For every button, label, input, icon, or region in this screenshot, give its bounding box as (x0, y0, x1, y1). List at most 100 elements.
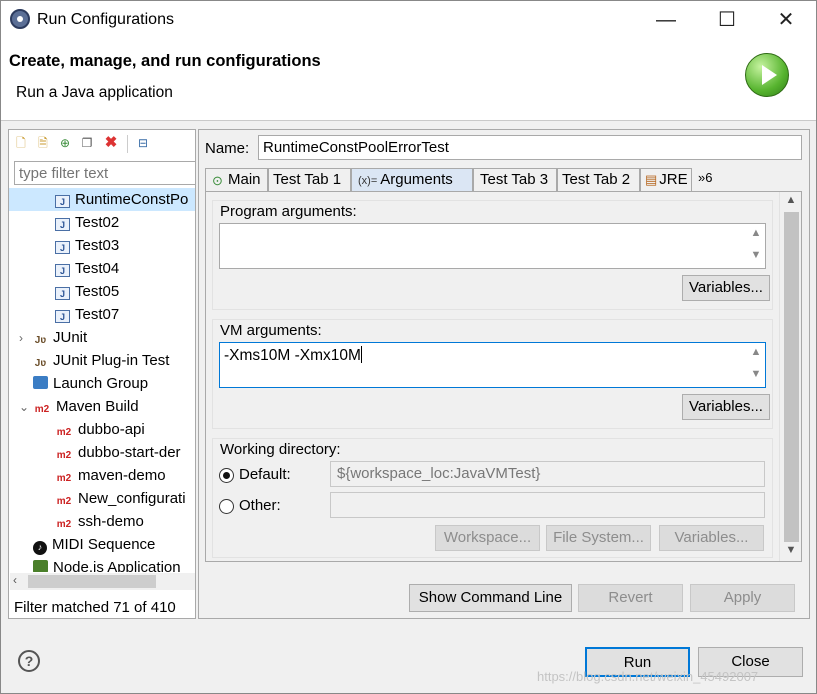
horizontal-scrollbar[interactable]: ‹ (10, 573, 195, 590)
java-app-icon: J (55, 218, 70, 231)
filter-status: Filter matched 71 of 410 (14, 599, 176, 616)
text-cursor (360, 346, 362, 363)
maven-icon: m2 (56, 496, 72, 507)
tree-item-label: Test07 (75, 306, 120, 323)
tab-main[interactable]: ⊙ Main (205, 168, 268, 192)
duplicate-icon[interactable]: ❐ (79, 135, 95, 151)
chevron-icon[interactable]: › (19, 327, 33, 349)
help-icon[interactable]: ? (18, 650, 40, 672)
scrollbar-thumb[interactable] (28, 575, 156, 588)
tab-test-tab-1[interactable]: Test Tab 1 (268, 168, 351, 192)
vm-arguments-value: -Xms10M -Xmx10M (224, 347, 361, 364)
apply-button[interactable]: Apply (690, 584, 795, 612)
tree-item[interactable]: m2 maven-demo (9, 464, 195, 487)
java-app-icon: J (55, 264, 70, 277)
program-arguments-group: Program arguments: ▲ ▼ Variables... (212, 200, 773, 310)
tree-item[interactable]: Jʋ JUnit Plug-in Test (9, 349, 195, 372)
tree-item-label: RuntimeConstPo (75, 191, 189, 208)
tree-item[interactable]: m2 dubbo-api (9, 418, 195, 441)
tab-jre[interactable]: ▤ JRE (640, 168, 692, 192)
scroll-up-icon[interactable]: ▲ (784, 194, 798, 206)
tab-arguments[interactable]: (x)= Arguments (351, 168, 473, 192)
close-window-button[interactable]: ✕ (756, 1, 816, 39)
tab-test-tab-3[interactable]: Test Tab 3 (473, 168, 557, 192)
name-input[interactable]: RuntimeConstPoolErrorTest (258, 135, 802, 160)
more-tabs-button[interactable]: »6 (698, 170, 712, 185)
program-arguments-label: Program arguments: (220, 203, 357, 220)
tree-item[interactable]: Launch Group (9, 372, 195, 395)
run-banner-icon (745, 53, 789, 97)
collapse-all-icon[interactable]: ⊟ (135, 135, 151, 151)
scroll-up-icon[interactable]: ▲ (749, 346, 763, 358)
tree-item-label: MIDI Sequence (52, 536, 156, 553)
working-directory-group: Working directory: Default: ${workspace_… (212, 438, 773, 558)
arguments-tab-content: Program arguments: ▲ ▼ Variables... VM a… (205, 191, 802, 562)
vm-arguments-input[interactable]: -Xms10M -Xmx10M (219, 342, 766, 388)
workspace-button[interactable]: Workspace... (435, 525, 540, 551)
tree-item[interactable]: J Test05 (9, 280, 195, 303)
new-prototype-icon[interactable]: 🗎 (35, 135, 51, 151)
vertical-scrollbar[interactable]: ▲ ▼ (779, 192, 801, 561)
window-title: Run Configurations (37, 11, 174, 28)
tree-item-label: JUnit (53, 329, 88, 346)
scroll-up-icon[interactable]: ▲ (749, 227, 763, 239)
show-command-line-button[interactable]: Show Command Line (409, 584, 572, 612)
tree-item[interactable]: J Test07 (9, 303, 195, 326)
tree-item-label: dubbo-start-der (78, 444, 181, 461)
chevron-icon[interactable]: ⌄ (19, 396, 33, 418)
tree-item[interactable]: m2 New_configurati (9, 487, 195, 510)
title-bar: Run Configurations — ☐ ✕ (1, 1, 816, 39)
tree-item[interactable]: ♪ MIDI Sequence (9, 533, 195, 556)
tree-item[interactable]: J Test04 (9, 257, 195, 280)
maximize-button[interactable]: ☐ (697, 1, 757, 39)
tree-item[interactable]: ⌄ m2 Maven Build (9, 395, 195, 418)
delete-icon[interactable]: ✖ (103, 135, 119, 151)
file-system-button[interactable]: File System... (546, 525, 651, 551)
default-radio[interactable] (219, 468, 234, 483)
tree-item-label: Launch Group (53, 375, 149, 392)
default-directory-field: ${workspace_loc:JavaVMTest} (330, 461, 765, 487)
tree-item[interactable]: m2 dubbo-start-der (9, 441, 195, 464)
java-app-icon: J (55, 310, 70, 323)
tree-item-label: Test02 (75, 214, 120, 231)
toolbar-divider (127, 135, 128, 153)
tree-item[interactable]: J Test03 (9, 234, 195, 257)
revert-button[interactable]: Revert (578, 584, 683, 612)
java-app-icon: J (55, 241, 70, 254)
scroll-down-icon[interactable]: ▼ (784, 544, 798, 556)
tree-item-label: Test03 (75, 237, 120, 254)
other-label: Other: (239, 497, 281, 514)
minimize-button[interactable]: — (636, 1, 696, 39)
tree-item[interactable]: Node.js Application (9, 556, 195, 572)
tree-item[interactable]: › Jʋ JUnit (9, 326, 195, 349)
midi-icon: ♪ (33, 541, 47, 555)
tab-jre-label: JRE (659, 171, 688, 188)
java-app-icon: J (55, 287, 70, 300)
node-icon (33, 560, 48, 572)
scroll-down-icon[interactable]: ▼ (749, 368, 763, 380)
program-arguments-input[interactable] (219, 223, 766, 269)
scroll-down-icon[interactable]: ▼ (749, 249, 763, 261)
program-variables-button[interactable]: Variables... (682, 275, 770, 301)
scrollbar-thumb[interactable] (784, 212, 799, 542)
scroll-left-icon[interactable]: ‹ (13, 573, 17, 587)
configuration-list-panel: 🗋 🗎 ⊕ ❐ ✖ ⊟ J RuntimeConstPo J Test02 J Test0… (8, 129, 196, 619)
export-icon[interactable]: ⊕ (57, 135, 73, 151)
junit-icon: Jʋ (34, 358, 47, 369)
filter-input[interactable] (14, 161, 196, 185)
arguments-tab-icon: (x)= (358, 175, 378, 187)
vm-variables-button[interactable]: Variables... (682, 394, 770, 420)
directory-variables-button[interactable]: Variables... (659, 525, 764, 551)
tree-item[interactable]: J Test02 (9, 211, 195, 234)
tab-test-tab-2[interactable]: Test Tab 2 (557, 168, 640, 192)
tree-item[interactable]: J RuntimeConstPo (9, 188, 195, 211)
tab-arguments-label: Arguments (380, 171, 453, 188)
new-configuration-icon[interactable]: 🗋 (13, 135, 29, 151)
tree-item[interactable]: m2 ssh-demo (9, 510, 195, 533)
other-radio[interactable] (219, 499, 234, 514)
vm-arguments-group: VM arguments: -Xms10M -Xmx10M ▲ ▼ Variab… (212, 319, 773, 429)
tree-item-label: Maven Build (56, 398, 139, 415)
maven-icon: m2 (56, 473, 72, 484)
maven-icon: m2 (56, 519, 72, 530)
configuration-editor: Name: RuntimeConstPoolErrorTest ⊙ Main Te… (198, 129, 810, 619)
